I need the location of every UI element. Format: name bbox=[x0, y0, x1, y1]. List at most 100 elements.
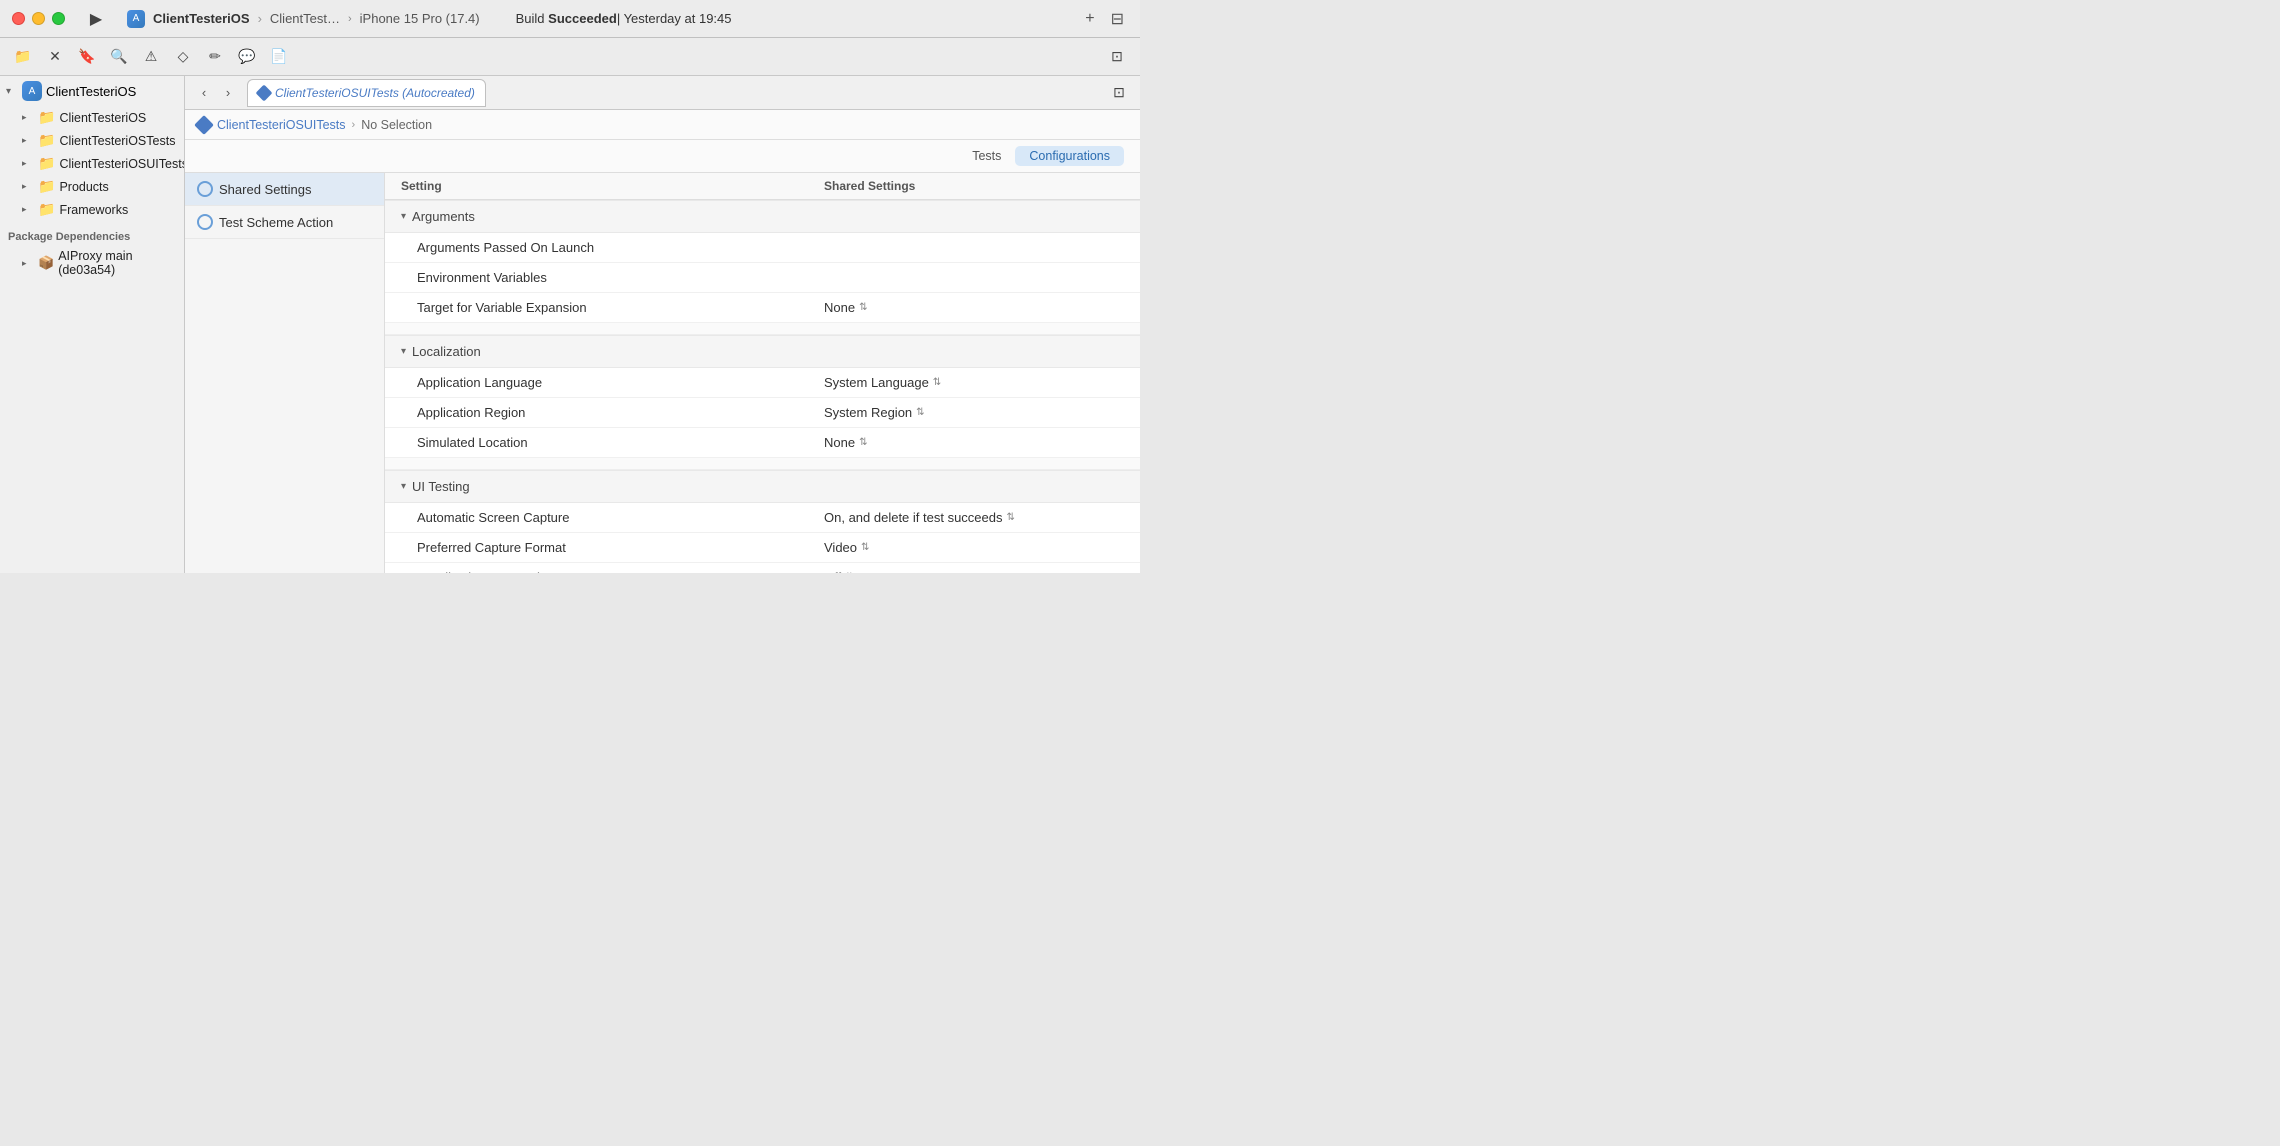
application-region-row[interactable]: Application Region System Region ⇅ bbox=[385, 398, 1140, 428]
tab-actions: ⊡ bbox=[1106, 80, 1132, 106]
tab-label: ClientTesteriOSUITests (Autocreated) bbox=[275, 86, 475, 100]
build-status: Build Succeeded| Yesterday at 19:45 bbox=[516, 11, 732, 26]
sidebar-item-frameworks[interactable]: ▸ 📁 Frameworks bbox=[0, 198, 184, 221]
search-icon[interactable]: 🔍 bbox=[106, 44, 132, 70]
application-language-row[interactable]: Application Language System Language ⇅ bbox=[385, 368, 1140, 398]
tab-bar: ‹ › ClientTesteriOSUITests (Autocreated)… bbox=[185, 76, 1140, 110]
localization-section-title: Localization bbox=[412, 344, 481, 359]
chevron-right-icon: ▸ bbox=[22, 135, 34, 146]
breadcrumb-separator: › bbox=[352, 119, 356, 131]
sidebar-root-item[interactable]: ▾ A ClientTesteriOS bbox=[0, 76, 184, 106]
inspector-toggle-icon[interactable]: ⊡ bbox=[1106, 80, 1132, 106]
sidebar-item-products[interactable]: ▸ 📁 Products bbox=[0, 175, 184, 198]
brush-icon[interactable]: ✏ bbox=[202, 44, 228, 70]
setting-value: Off ⇅ bbox=[824, 570, 1124, 573]
chevron-right-icon: ▸ bbox=[22, 181, 34, 192]
device-label[interactable]: iPhone 15 Pro (17.4) bbox=[360, 11, 480, 26]
app-icon-small: A bbox=[22, 81, 42, 101]
folder-icon[interactable]: 📁 bbox=[10, 44, 36, 70]
forward-button[interactable]: › bbox=[217, 82, 239, 104]
spacer bbox=[385, 458, 1140, 470]
package-icon: 📦 bbox=[38, 255, 54, 271]
tab-tests[interactable]: Tests bbox=[958, 146, 1015, 166]
arguments-section: ▾ Arguments Arguments Passed On Launch E… bbox=[385, 200, 1140, 323]
localization-screenshots-row[interactable]: Localization Screenshots Off ⇅ bbox=[385, 563, 1140, 573]
breadcrumb-current: No Selection bbox=[361, 118, 432, 132]
arguments-passed-on-launch-row[interactable]: Arguments Passed On Launch bbox=[385, 233, 1140, 263]
automatic-screen-capture-row[interactable]: Automatic Screen Capture On, and delete … bbox=[385, 503, 1140, 533]
back-button[interactable]: ‹ bbox=[193, 82, 215, 104]
target-variable-expansion-row[interactable]: Target for Variable Expansion None ⇅ bbox=[385, 293, 1140, 323]
chevron-right-icon: ▸ bbox=[22, 258, 34, 269]
localization-section: ▾ Localization Application Language Syst… bbox=[385, 335, 1140, 458]
run-button[interactable]: ▶ bbox=[81, 4, 111, 34]
toolbar: 📁 ✕ 🔖 🔍 ⚠ ◇ ✏ 💬 📄 ⊡ bbox=[0, 38, 1140, 76]
sidebar-label: ClientTesteriOSTests bbox=[59, 134, 176, 148]
sidebar-item-aiproxy[interactable]: ▸ 📦 AIProxy main (de03a54) bbox=[0, 246, 184, 280]
diamond-icon[interactable]: ◇ bbox=[170, 44, 196, 70]
maximize-button[interactable] bbox=[52, 12, 65, 25]
chevron-down-icon: ▾ bbox=[401, 481, 406, 492]
right-panel[interactable]: Setting Shared Settings ▾ Arguments Argu… bbox=[385, 173, 1140, 573]
inspector-icon[interactable]: ⊡ bbox=[1104, 44, 1130, 70]
setting-value: On, and delete if test succeeds ⇅ bbox=[824, 510, 1124, 525]
scheme-action-icon bbox=[197, 214, 213, 230]
scheme-label[interactable]: ClientTest… bbox=[270, 11, 340, 26]
breadcrumb: ClientTesteriOSUITests › No Selection bbox=[185, 110, 1140, 140]
sidebar-item-clienttesterios[interactable]: ▸ 📁 ClientTesteriOS bbox=[0, 106, 184, 129]
close-button[interactable] bbox=[12, 12, 25, 25]
setting-value: None ⇅ bbox=[824, 435, 1124, 450]
test-scheme-action-label: Test Scheme Action bbox=[219, 215, 333, 230]
folder-icon: 📁 bbox=[38, 109, 55, 126]
breadcrumb-root[interactable]: ClientTesteriOSUITests bbox=[217, 118, 346, 132]
sidebar-label: Products bbox=[59, 180, 176, 194]
sidebar-label: ClientTesteriOSUITests bbox=[59, 157, 185, 171]
preferred-capture-format-row[interactable]: Preferred Capture Format Video ⇅ bbox=[385, 533, 1140, 563]
folder-icon: 📁 bbox=[38, 155, 55, 172]
simulated-location-row[interactable]: Simulated Location None ⇅ bbox=[385, 428, 1140, 458]
title-center: A ClientTesteriOS › ClientTest… › iPhone… bbox=[127, 10, 480, 28]
stepper-icon: ⇅ bbox=[861, 542, 869, 553]
folder-icon: 📁 bbox=[38, 132, 55, 149]
stepper-icon: ⇅ bbox=[1007, 512, 1015, 523]
arguments-section-title: Arguments bbox=[412, 209, 475, 224]
left-panel-shared-settings[interactable]: Shared Settings bbox=[185, 173, 384, 206]
warning-icon[interactable]: ⚠ bbox=[138, 44, 164, 70]
tab-navigation: ‹ › bbox=[193, 82, 239, 104]
section-tabs: Tests Configurations bbox=[185, 140, 1140, 173]
active-tab[interactable]: ClientTesteriOSUITests (Autocreated) bbox=[247, 79, 486, 107]
package-dependencies-header: Package Dependencies bbox=[0, 221, 184, 246]
tab-configurations[interactable]: Configurations bbox=[1015, 146, 1124, 166]
minimize-button[interactable] bbox=[32, 12, 45, 25]
col-shared-settings: Shared Settings bbox=[824, 179, 1124, 193]
localization-section-header[interactable]: ▾ Localization bbox=[385, 335, 1140, 368]
ui-testing-section: ▾ UI Testing Automatic Screen Capture On… bbox=[385, 470, 1140, 573]
ui-testing-section-header[interactable]: ▾ UI Testing bbox=[385, 470, 1140, 503]
chevron-right-icon: ▸ bbox=[22, 158, 34, 169]
environment-variables-row[interactable]: Environment Variables bbox=[385, 263, 1140, 293]
arguments-section-header[interactable]: ▾ Arguments bbox=[385, 200, 1140, 233]
sidebar-label: Frameworks bbox=[59, 203, 176, 217]
chevron-down-icon: ▾ bbox=[6, 86, 18, 97]
title-actions: + ⊟ bbox=[1081, 7, 1128, 31]
left-panel-test-scheme-action[interactable]: Test Scheme Action bbox=[185, 206, 384, 239]
bookmark-icon[interactable]: 🔖 bbox=[74, 44, 100, 70]
sidebar-item-clienttesterios-tests[interactable]: ▸ 📁 ClientTesteriOSTests bbox=[0, 129, 184, 152]
title-bar: ▶ A ClientTesteriOS › ClientTest… › iPho… bbox=[0, 0, 1140, 38]
setting-value: None ⇅ bbox=[824, 300, 1124, 315]
setting-name: Arguments Passed On Launch bbox=[417, 240, 824, 255]
setting-name: Automatic Screen Capture bbox=[417, 510, 824, 525]
add-button[interactable]: + bbox=[1081, 8, 1098, 30]
doc-icon[interactable]: 📄 bbox=[266, 44, 292, 70]
setting-name: Preferred Capture Format bbox=[417, 540, 824, 555]
traffic-lights bbox=[12, 12, 65, 25]
setting-name: Application Language bbox=[417, 375, 824, 390]
sidebar-item-clienttesterios-ui-tests[interactable]: ▸ 📁 ClientTesteriOSUITests bbox=[0, 152, 184, 175]
settings-icon bbox=[197, 181, 213, 197]
stepper-icon: ⇅ bbox=[916, 407, 924, 418]
close-icon[interactable]: ✕ bbox=[42, 44, 68, 70]
setting-value: System Region ⇅ bbox=[824, 405, 1124, 420]
setting-name: Environment Variables bbox=[417, 270, 824, 285]
speech-icon[interactable]: 💬 bbox=[234, 44, 260, 70]
layout-button[interactable]: ⊟ bbox=[1107, 7, 1128, 31]
